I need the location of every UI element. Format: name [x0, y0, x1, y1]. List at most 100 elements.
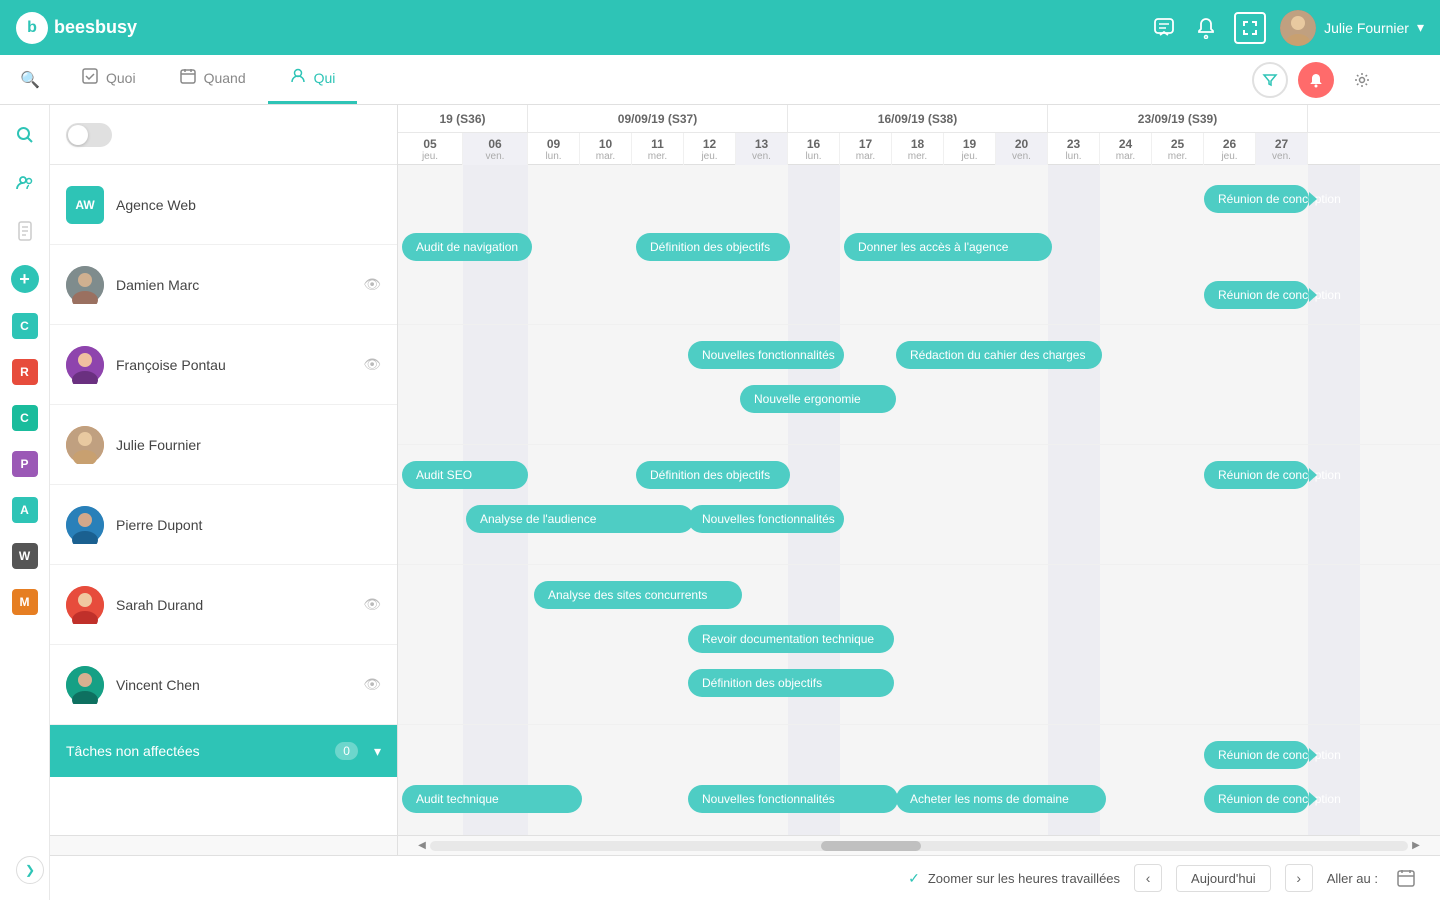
task-def-obj-fp[interactable]: Définition des objectifs: [636, 461, 790, 489]
gantt-row-damien-marc: Nouvelles fonctionnalités Rédaction du c…: [398, 325, 1440, 445]
nav-prev-button[interactable]: ‹: [1134, 864, 1162, 892]
left-sidebar: + C R C P A W M ❯: [0, 105, 50, 900]
sidebar-icon-people[interactable]: [11, 169, 39, 197]
gantt-header: 19 (S36) 09/09/19 (S37) 16/09/19 (S38) 2…: [398, 105, 1440, 165]
task-donner-acces-aw[interactable]: Donner les accès à l'agence: [844, 233, 1052, 261]
unassigned-row[interactable]: Tâches non affectées 0 ▾: [50, 725, 397, 777]
task-redaction-cahier-dm[interactable]: Rédaction du cahier des charges: [896, 341, 1102, 369]
user-name: Julie Fournier: [1324, 20, 1409, 36]
eye-icon-sarah[interactable]: 👁: [363, 596, 381, 613]
avatar-francoise-pontau: [66, 346, 104, 384]
scrollbar-left-spacer: [50, 836, 398, 855]
day-20: 20ven.: [996, 133, 1048, 165]
avatar-damien-marc: [66, 266, 104, 304]
task-nouvelles-fonc-fp[interactable]: Nouvelles fonctionnalités: [688, 505, 844, 533]
people-column: AW Agence Web Damien Marc 👁 Franç: [50, 105, 398, 835]
people-header: [50, 105, 397, 165]
eye-icon-francoise[interactable]: 👁: [363, 356, 381, 373]
task-reunion-pd[interactable]: Réunion de conception: [1204, 741, 1309, 769]
calendar-icon-button[interactable]: [1392, 864, 1420, 892]
day-18: 18mer.: [892, 133, 944, 165]
person-row-vincent-chen[interactable]: Vincent Chen 👁: [50, 645, 397, 725]
tab-quoi[interactable]: Quoi: [60, 55, 158, 104]
task-analyse-audience-fp[interactable]: Analyse de l'audience: [466, 505, 694, 533]
person-row-francoise-pontau[interactable]: Françoise Pontau 👁: [50, 325, 397, 405]
day-23: 23lun.: [1048, 133, 1100, 165]
today-label: Aujourd'hui: [1191, 871, 1256, 886]
sidebar-letter-p1[interactable]: P: [12, 451, 38, 477]
task-nouvelles-fonc-dm[interactable]: Nouvelles fonctionnalités: [688, 341, 844, 369]
avatar: [1280, 10, 1316, 46]
avatar-julie-fournier: [66, 426, 104, 464]
person-row-julie-fournier[interactable]: Julie Fournier: [50, 405, 397, 485]
task-acheter-noms-pd[interactable]: Acheter les noms de domaine: [896, 785, 1106, 813]
task-reunion-fp[interactable]: Réunion de conception: [1204, 461, 1309, 489]
scrollbar-row: ◀ ▶: [50, 835, 1440, 855]
eye-icon-damien[interactable]: 👁: [363, 276, 381, 293]
eye-icon-vincent[interactable]: 👁: [363, 676, 381, 693]
scrollbar-thumb[interactable]: [821, 841, 921, 851]
tab-quand[interactable]: Quand: [158, 55, 268, 104]
zoom-check[interactable]: ✓ Zoomer sur les heures travaillées: [908, 870, 1120, 887]
filter-button[interactable]: [1252, 62, 1288, 98]
zoom-label: Zoomer sur les heures travaillées: [928, 871, 1120, 886]
person-row-sarah-durand[interactable]: Sarah Durand 👁: [50, 565, 397, 645]
week-s39-label: 23/09/19 (S39): [1138, 112, 1217, 126]
toggle-switch[interactable]: [66, 123, 112, 147]
sidebar-letter-m1[interactable]: M: [12, 589, 38, 615]
notification-icon[interactable]: [1192, 14, 1220, 42]
content-area: AW Agence Web Damien Marc 👁 Franç: [50, 105, 1440, 900]
sidebar-letter-a1[interactable]: A: [12, 497, 38, 523]
nav-next-button[interactable]: ›: [1285, 864, 1313, 892]
task-def-obj-jf[interactable]: Définition des objectifs: [688, 669, 894, 697]
chat-icon[interactable]: [1150, 14, 1178, 42]
task-def-obj-aw[interactable]: Définition des objectifs: [636, 233, 790, 261]
tabs-right-actions: [1252, 55, 1380, 104]
avatar-agence-web: AW: [66, 186, 104, 224]
task-revoir-doc-jf[interactable]: Revoir documentation technique: [688, 625, 894, 653]
unassigned-count: 0: [335, 742, 358, 760]
week-s38: 16/09/19 (S38): [788, 105, 1048, 132]
week-s36-label: 19 (S36): [439, 112, 485, 126]
zoom-check-icon: ✓: [908, 870, 920, 887]
today-button[interactable]: Aujourd'hui: [1176, 865, 1271, 892]
sidebar-letter-c2[interactable]: C: [12, 405, 38, 431]
task-audit-nav-aw[interactable]: Audit de navigation: [402, 233, 532, 261]
sidebar-letter-c1[interactable]: C: [12, 313, 38, 339]
unassigned-label: Tâches non affectées: [66, 743, 200, 759]
task-reunion-pd2[interactable]: Réunion de conception: [1204, 785, 1309, 813]
avatar-vincent-chen: [66, 666, 104, 704]
user-info[interactable]: Julie Fournier ▾: [1280, 10, 1424, 46]
task-reunion-conception-aw-top[interactable]: Réunion de conception: [1204, 185, 1309, 213]
week-s37-label: 09/09/19 (S37): [618, 112, 697, 126]
alert-button[interactable]: [1298, 62, 1334, 98]
scroll-right-arrow[interactable]: ▶: [1408, 836, 1424, 855]
task-audit-tech-pd[interactable]: Audit technique: [402, 785, 582, 813]
toggle-knob: [68, 125, 88, 145]
search-icon[interactable]: 🔍: [20, 70, 40, 90]
task-nouvelle-ergo-dm[interactable]: Nouvelle ergonomie: [740, 385, 896, 413]
person-row-pierre-dupont[interactable]: Pierre Dupont: [50, 485, 397, 565]
gantt-chart[interactable]: 19 (S36) 09/09/19 (S37) 16/09/19 (S38) 2…: [398, 105, 1440, 835]
task-reunion-conception-aw-bot[interactable]: Réunion de conception: [1204, 281, 1309, 309]
person-row-damien-marc[interactable]: Damien Marc 👁: [50, 245, 397, 325]
sidebar-icon-doc[interactable]: [11, 217, 39, 245]
sidebar-icon-add[interactable]: +: [11, 265, 39, 293]
sidebar-letter-r1[interactable]: R: [12, 359, 38, 385]
scroll-left-arrow[interactable]: ◀: [414, 836, 430, 855]
week-s37: 09/09/19 (S37): [528, 105, 788, 132]
person-name-pierre-dupont: Pierre Dupont: [116, 517, 381, 533]
expand-icon[interactable]: [1234, 12, 1266, 44]
person-row-agence-web[interactable]: AW Agence Web: [50, 165, 397, 245]
scrollbar-track[interactable]: ◀ ▶: [398, 836, 1440, 855]
task-nouvelles-fonc-pd[interactable]: Nouvelles fonctionnalités: [688, 785, 898, 813]
tab-qui[interactable]: Qui: [268, 55, 358, 104]
day-25: 25mer.: [1152, 133, 1204, 165]
sidebar-icon-search[interactable]: [11, 121, 39, 149]
sidebar-letter-w1[interactable]: W: [12, 543, 38, 569]
tab-quoi-label: Quoi: [106, 70, 136, 86]
settings-button[interactable]: [1344, 62, 1380, 98]
task-audit-seo-fp[interactable]: Audit SEO: [402, 461, 528, 489]
task-analyse-sites-jf[interactable]: Analyse des sites concurrents: [534, 581, 742, 609]
sidebar-expand-arrow[interactable]: ❯: [16, 856, 44, 884]
